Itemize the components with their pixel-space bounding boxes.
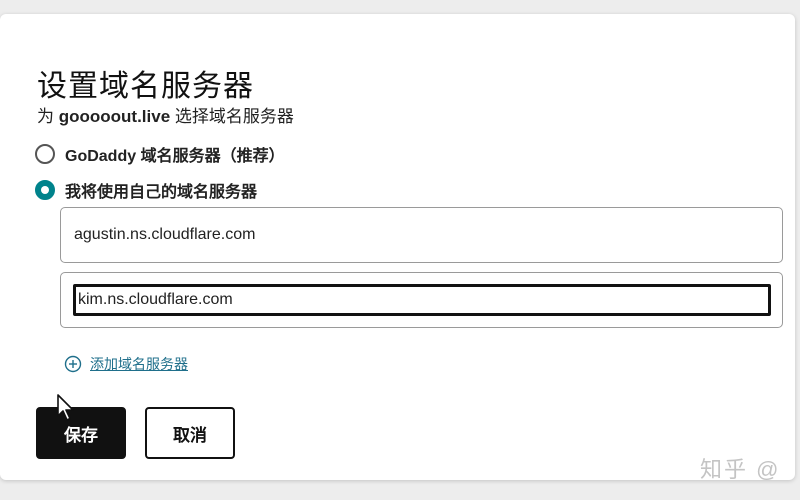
cancel-button[interactable]: 取消 bbox=[145, 407, 235, 459]
dialog-title: 设置域名服务器 bbox=[37, 70, 254, 103]
option-custom-label: 我将使用自己的域名服务器 bbox=[65, 184, 258, 201]
option-godaddy-label: GoDaddy 域名服务器（推荐） bbox=[65, 148, 285, 165]
save-button[interactable]: 保存 bbox=[36, 407, 126, 459]
option-godaddy-nameservers[interactable]: GoDaddy 域名服务器（推荐） bbox=[35, 142, 285, 166]
option-custom-nameservers[interactable]: 我将使用自己的域名服务器 bbox=[35, 178, 257, 202]
nameserver-input-2[interactable] bbox=[73, 284, 771, 316]
subtitle-suffix: 选择域名服务器 bbox=[170, 107, 294, 126]
radio-godaddy[interactable] bbox=[35, 144, 55, 164]
add-nameserver-link[interactable]: 添加域名服务器 bbox=[64, 354, 188, 374]
add-nameserver-label: 添加域名服务器 bbox=[90, 356, 188, 372]
nameserver-field-2 bbox=[60, 272, 783, 328]
nameserver-field-1 bbox=[60, 207, 783, 263]
screen: 设置域名服务器 为 gooooout.live 选择域名服务器 GoDaddy … bbox=[0, 0, 800, 500]
watermark: 知乎 @ bbox=[700, 457, 781, 482]
dialog-subtitle: 为 gooooout.live 选择域名服务器 bbox=[37, 102, 294, 127]
subtitle-prefix: 为 bbox=[37, 107, 59, 126]
radio-custom[interactable] bbox=[35, 180, 55, 200]
nameserver-dialog: 设置域名服务器 为 gooooout.live 选择域名服务器 GoDaddy … bbox=[0, 14, 795, 480]
nameserver-input-1[interactable] bbox=[72, 217, 770, 253]
subtitle-domain: gooooout.live bbox=[58, 107, 171, 126]
plus-circle-icon bbox=[64, 355, 82, 373]
